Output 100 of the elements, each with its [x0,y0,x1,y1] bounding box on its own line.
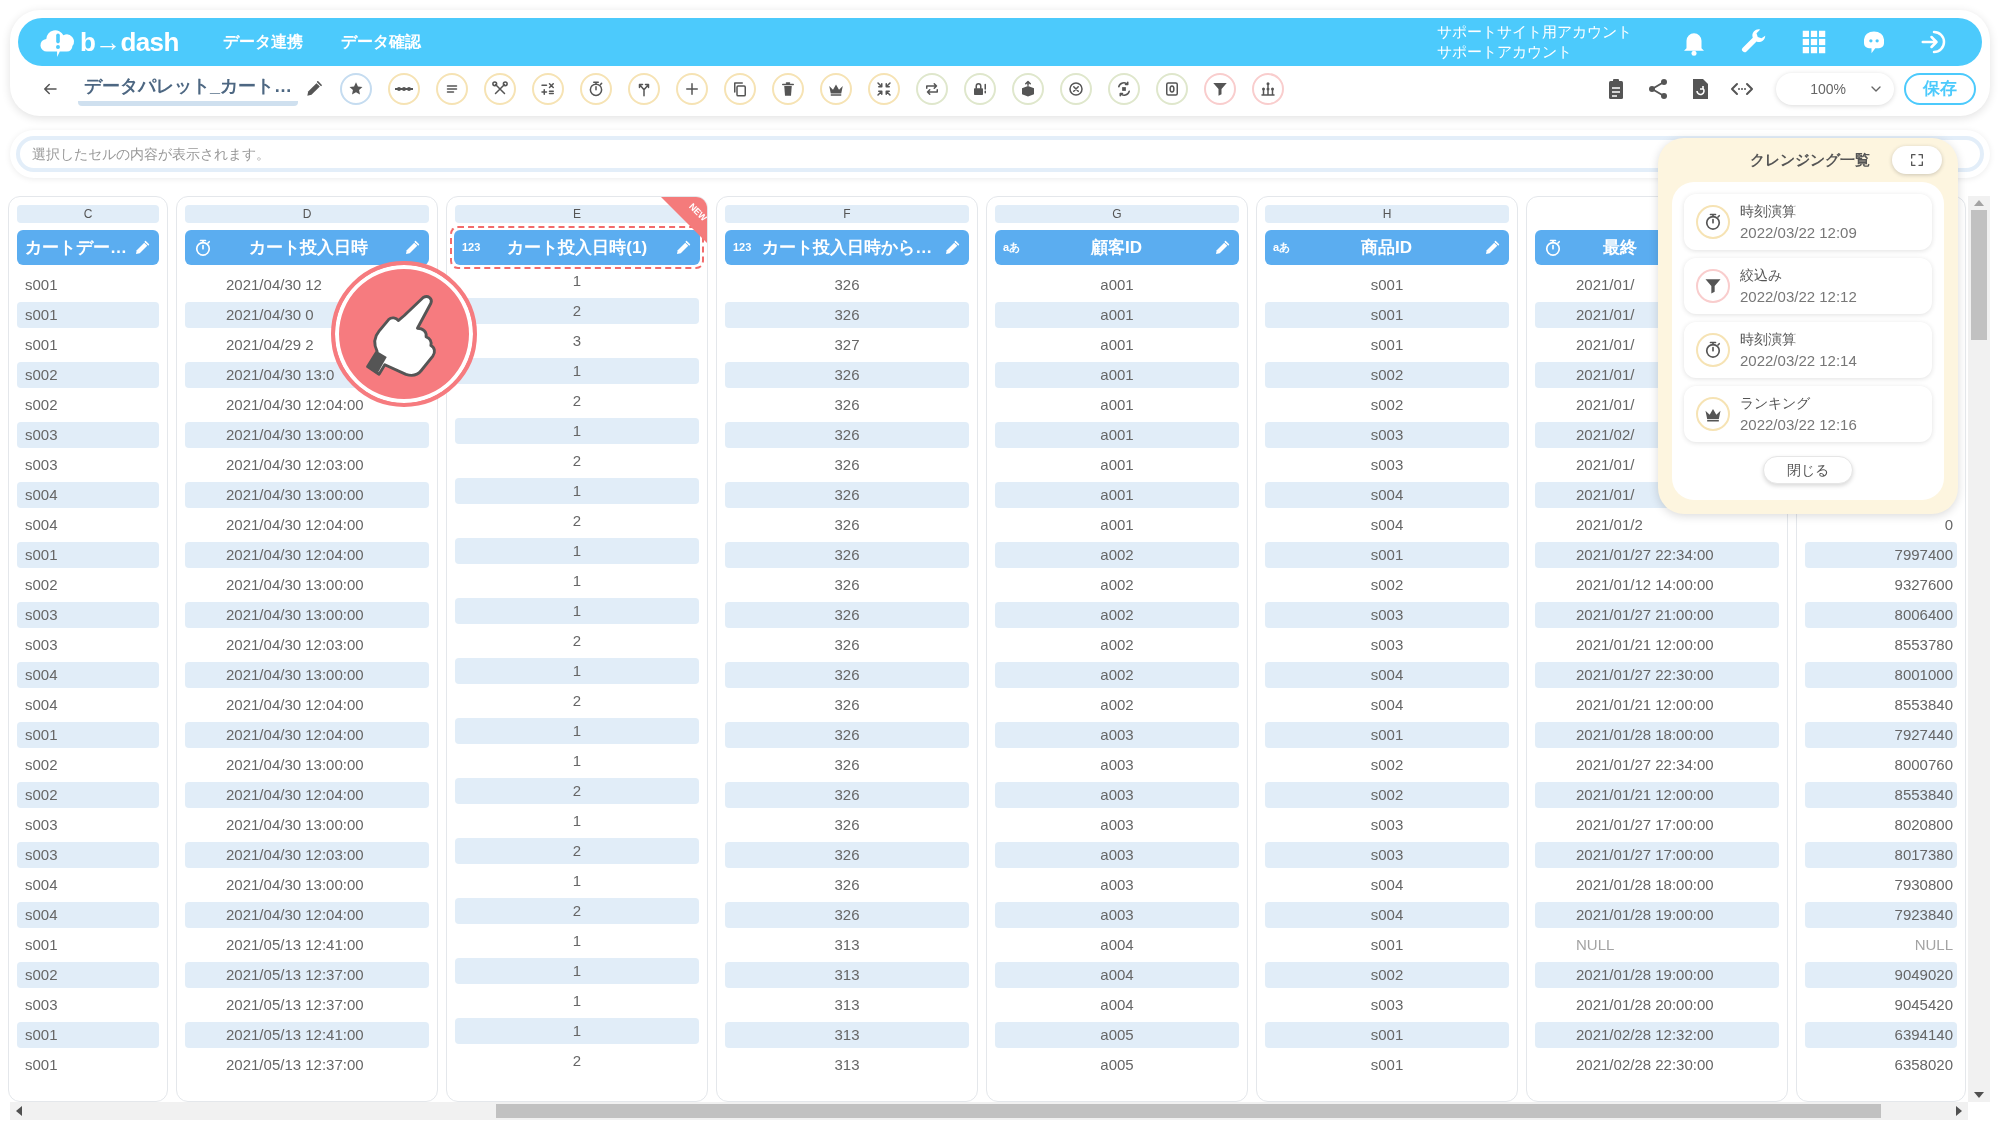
table-cell[interactable]: 326 [725,842,969,868]
table-cell[interactable]: s001 [17,722,159,748]
table-cell[interactable]: s002 [1265,572,1509,598]
table-cell[interactable]: 326 [725,482,969,508]
table-cell[interactable]: 2 [455,508,699,534]
table-cell[interactable]: s004 [17,872,159,898]
table-cell[interactable]: 1 [455,868,699,894]
horizontal-scrollbar[interactable] [10,1102,1968,1120]
table-cell[interactable]: s004 [1265,872,1509,898]
table-cell[interactable]: 2021/01/28 19:00:00 [1535,962,1779,988]
table-cell[interactable]: 2021/02/28 22:30:00 [1535,1052,1779,1078]
table-cell[interactable]: s003 [1265,422,1509,448]
table-cell[interactable]: 1 [455,808,699,834]
toolbar-button[interactable] [340,73,372,105]
table-cell[interactable]: 2021/01/27 21:00:00 [1535,602,1779,628]
table-cell[interactable]: s002 [17,362,159,388]
table-cell[interactable]: a002 [995,602,1239,628]
table-cell[interactable]: 2021/04/30 13:00:00 [185,602,429,628]
table-cell[interactable]: 9045420 [1805,992,1957,1018]
table-cell[interactable]: a001 [995,392,1239,418]
toolbar-button[interactable] [1012,73,1044,105]
table-cell[interactable]: a001 [995,422,1239,448]
table-cell[interactable]: 2021/01/28 20:00:00 [1535,992,1779,1018]
table-cell[interactable]: 2021/04/30 13:00:00 [185,572,429,598]
table-cell[interactable]: 2021/01/12 14:00:00 [1535,572,1779,598]
table-cell[interactable]: 0 [1805,512,1957,538]
table-cell[interactable]: 326 [725,422,969,448]
table-cell[interactable]: s002 [17,962,159,988]
table-cell[interactable]: 8017380 [1805,842,1957,868]
table-cell[interactable]: s003 [1265,632,1509,658]
table-cell[interactable]: a001 [995,512,1239,538]
table-cell[interactable]: a003 [995,842,1239,868]
table-cell[interactable]: 326 [725,272,969,298]
table-cell[interactable]: s004 [17,902,159,928]
table-cell[interactable]: 326 [725,662,969,688]
table-cell[interactable]: 1 [455,418,699,444]
cleansing-item[interactable]: 時刻演算 2022/03/22 12:09 [1684,194,1932,250]
table-cell[interactable]: 1 [455,748,699,774]
table-cell[interactable]: 326 [725,632,969,658]
table-cell[interactable]: 326 [725,812,969,838]
table-cell[interactable]: s001 [1265,932,1509,958]
table-cell[interactable]: 6394140 [1805,1022,1957,1048]
table-cell[interactable]: s002 [1265,392,1509,418]
table-cell[interactable]: 8001000 [1805,662,1957,688]
table-cell[interactable]: 2 [455,898,699,924]
table-cell[interactable]: s003 [17,602,159,628]
close-button[interactable]: 閉じる [1763,456,1853,484]
table-cell[interactable]: s002 [1265,362,1509,388]
table-cell[interactable]: 7930800 [1805,872,1957,898]
table-cell[interactable]: 313 [725,962,969,988]
table-cell[interactable]: 1 [455,988,699,1014]
toolbar-button[interactable] [580,73,612,105]
table-cell[interactable]: 9049020 [1805,962,1957,988]
table-cell[interactable]: s003 [17,842,159,868]
table-cell[interactable]: 326 [725,872,969,898]
table-cell[interactable]: a004 [995,962,1239,988]
table-cell[interactable]: 7923840 [1805,902,1957,928]
cleansing-item[interactable]: ランキング 2022/03/22 12:16 [1684,386,1932,442]
table-cell[interactable]: 1 [455,1018,699,1044]
table-cell[interactable]: s002 [1265,962,1509,988]
table-cell[interactable]: a003 [995,872,1239,898]
table-cell[interactable]: a002 [995,692,1239,718]
table-cell[interactable]: 2021/04/30 13:00:00 [185,662,429,688]
table-cell[interactable]: s003 [17,422,159,448]
table-cell[interactable]: a001 [995,272,1239,298]
table-cell[interactable]: a002 [995,662,1239,688]
table-cell[interactable]: 8006400 [1805,602,1957,628]
table-cell[interactable]: 2021/05/13 12:41:00 [185,1022,429,1048]
table-cell[interactable]: 8000760 [1805,752,1957,778]
table-cell[interactable]: 2021/05/13 12:37:00 [185,962,429,988]
table-cell[interactable]: 2021/01/27 22:34:00 [1535,752,1779,778]
zoom-select[interactable]: 100% [1776,73,1894,105]
table-cell[interactable]: 8553840 [1805,782,1957,808]
cleansing-item[interactable]: 絞込み 2022/03/22 12:12 [1684,258,1932,314]
table-cell[interactable]: 326 [725,782,969,808]
table-cell[interactable]: 326 [725,392,969,418]
table-cell[interactable]: 326 [725,752,969,778]
table-cell[interactable]: 2021/04/30 13:00:00 [185,752,429,778]
scroll-left-arrow-icon[interactable] [16,1106,22,1116]
table-cell[interactable]: s004 [17,692,159,718]
table-cell[interactable]: 2021/04/30 12:04:00 [185,722,429,748]
table-cell[interactable]: s004 [1265,902,1509,928]
table-cell[interactable]: 313 [725,992,969,1018]
table-cell[interactable]: 2021/04/30 12:04:00 [185,692,429,718]
table-cell[interactable]: s004 [17,662,159,688]
table-cell[interactable]: 1 [455,478,699,504]
table-cell[interactable]: 2021/04/30 12:03:00 [185,842,429,868]
table-cell[interactable]: 2021/04/30 13:00:00 [185,422,429,448]
toolbar-button[interactable] [724,73,756,105]
table-cell[interactable]: 2021/04/30 13:00:00 [185,812,429,838]
table-cell[interactable]: 326 [725,902,969,928]
table-cell[interactable]: s001 [1265,1052,1509,1078]
cleansing-item[interactable]: 時刻演算 2022/03/22 12:14 [1684,322,1932,378]
table-cell[interactable]: s003 [1265,602,1509,628]
table-cell[interactable]: s002 [17,752,159,778]
table-cell[interactable]: s002 [1265,752,1509,778]
table-cell[interactable]: s004 [1265,482,1509,508]
table-cell[interactable]: a002 [995,632,1239,658]
table-cell[interactable]: s004 [1265,692,1509,718]
table-cell[interactable]: 1 [455,928,699,954]
